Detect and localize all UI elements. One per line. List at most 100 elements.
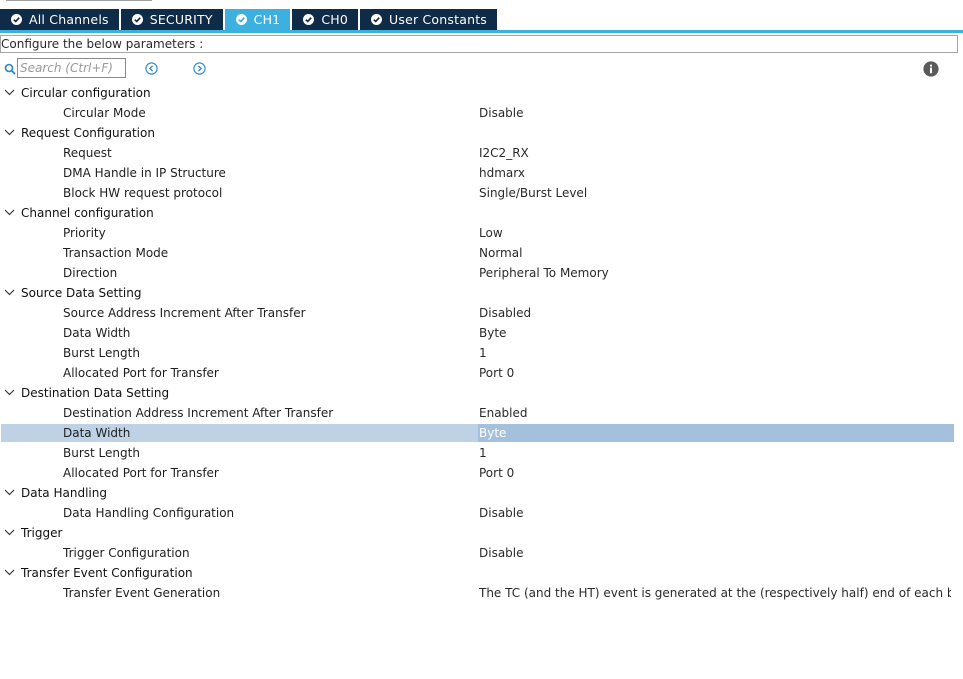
tab-ch0[interactable]: CH0 [292, 9, 359, 30]
tab-label: All Channels [29, 12, 109, 27]
parameter-name: Priority [63, 226, 106, 240]
check-circle-icon [235, 14, 247, 25]
chevron-down-icon[interactable] [4, 128, 15, 137]
tab-security[interactable]: SECURITY [120, 9, 223, 30]
parameter-row[interactable]: Circular Mode Disable [0, 103, 963, 123]
parameter-name: Trigger Configuration [63, 546, 190, 560]
parameter-tree: Circular configuration Circular Mode Disab… [0, 83, 963, 603]
chevron-down-icon[interactable] [4, 288, 15, 297]
parameter-value[interactable]: 1 [479, 343, 487, 363]
parameter-value[interactable]: Disable [479, 543, 524, 563]
parameter-row[interactable]: Burst Length 1 [0, 443, 963, 463]
tab-underline [0, 30, 963, 33]
circle-chevron-left-icon[interactable] [145, 62, 158, 75]
parameter-value[interactable]: Enabled [479, 403, 528, 423]
group-label: Circular configuration [21, 86, 151, 100]
parameter-row[interactable]: Priority Low [0, 223, 963, 243]
chevron-down-icon[interactable] [4, 88, 15, 97]
parameter-value[interactable]: Disable [479, 103, 524, 123]
group-row[interactable]: Request Configuration [0, 123, 963, 143]
tab-bar: All Channels SECURITY CH1 CH0 User Const… [0, 9, 499, 30]
check-circle-icon [131, 14, 143, 25]
group-row[interactable]: Trigger [0, 523, 963, 543]
group-row[interactable]: Circular configuration [0, 83, 963, 103]
parameter-value[interactable]: The TC (and the HT) event is generated a… [479, 583, 951, 603]
config-label: Configure the below parameters : [0, 35, 958, 53]
parameter-value[interactable]: Byte [479, 323, 506, 343]
group-row[interactable]: Destination Data Setting [0, 383, 963, 403]
parameter-value[interactable]: Normal [479, 243, 522, 263]
parameter-name: Allocated Port for Transfer [63, 466, 219, 480]
search-input[interactable] [17, 58, 126, 78]
group-row[interactable]: Channel configuration [0, 203, 963, 223]
tab-user-constants[interactable]: User Constants [360, 9, 498, 30]
parameter-row[interactable]: Data Width Byte [0, 423, 963, 443]
parameter-name: Burst Length [63, 446, 140, 460]
check-circle-icon [371, 14, 383, 25]
parameter-value[interactable]: Low [479, 223, 503, 243]
parameter-name: Data Width [63, 426, 131, 440]
parameter-row[interactable]: Data Handling Configuration Disable [0, 503, 963, 523]
group-label: Request Configuration [21, 126, 155, 140]
parameter-value[interactable]: Byte [479, 423, 506, 443]
parameter-row[interactable]: Allocated Port for Transfer Port 0 [0, 463, 963, 483]
parameter-row[interactable]: Transaction Mode Normal [0, 243, 963, 263]
parameter-value[interactable]: Disable [479, 503, 524, 523]
parameter-row[interactable]: Burst Length 1 [0, 343, 963, 363]
parameter-name: Transfer Event Generation [63, 586, 221, 600]
chevron-down-icon[interactable] [4, 388, 15, 397]
tab-label: CH0 [321, 12, 349, 27]
group-label: Data Handling [21, 486, 107, 500]
parameter-name: Direction [63, 266, 118, 280]
chevron-down-icon[interactable] [4, 568, 15, 577]
tab-label: SECURITY [149, 12, 213, 27]
group-row[interactable]: Source Data Setting [0, 283, 963, 303]
group-label: Channel configuration [21, 206, 154, 220]
parameter-row[interactable]: Source Address Increment After Transfer D… [0, 303, 963, 323]
parameter-row[interactable]: Data Width Byte [0, 323, 963, 343]
parameter-name: Burst Length [63, 346, 140, 360]
info-icon[interactable] [923, 61, 939, 77]
tab-label: User Constants [389, 12, 488, 27]
parameter-value[interactable]: I2C2_RX [479, 143, 529, 163]
tab-label: CH1 [253, 12, 281, 27]
parameter-value[interactable]: 1 [479, 443, 487, 463]
group-row[interactable]: Transfer Event Configuration [0, 563, 963, 583]
parameter-row[interactable]: Allocated Port for Transfer Port 0 [0, 363, 963, 383]
parameter-value[interactable]: Disabled [479, 303, 531, 323]
parameter-name: Data Width [63, 326, 131, 340]
parameter-name: Source Address Increment After Transfer [63, 306, 306, 320]
group-label: Transfer Event Configuration [21, 566, 193, 580]
parameter-row[interactable]: DMA Handle in IP Structure hdmarx [0, 163, 963, 183]
group-label: Destination Data Setting [21, 386, 170, 400]
parameter-value[interactable]: Single/Burst Level [479, 183, 587, 203]
search-icon [4, 63, 16, 75]
top-divider [6, 0, 152, 1]
circle-chevron-right-icon[interactable] [193, 62, 206, 75]
parameter-name: Data Handling Configuration [63, 506, 235, 520]
parameter-row[interactable]: Transfer Event Generation The TC (and the… [0, 583, 963, 603]
chevron-down-icon[interactable] [4, 488, 15, 497]
check-circle-icon [303, 14, 315, 25]
parameter-row[interactable]: Request I2C2_RX [0, 143, 963, 163]
parameter-value[interactable]: Port 0 [479, 463, 514, 483]
parameter-value[interactable]: Peripheral To Memory [479, 263, 609, 283]
parameter-name: Destination Address Increment After Tran… [63, 406, 334, 420]
parameter-row[interactable]: Destination Address Increment After Tran… [0, 403, 963, 423]
parameter-name: Transaction Mode [63, 246, 169, 260]
tab-all-channels[interactable]: All Channels [0, 9, 119, 30]
group-label: Source Data Setting [21, 286, 142, 300]
value-cell-highlight [478, 424, 954, 442]
group-label: Trigger [21, 526, 63, 540]
parameter-row[interactable]: Trigger Configuration Disable [0, 543, 963, 563]
tab-ch1[interactable]: CH1 [224, 9, 291, 30]
parameter-name: Block HW request protocol [63, 186, 223, 200]
parameter-row[interactable]: Block HW request protocol Single/Burst Le… [0, 183, 963, 203]
parameter-name: Request [63, 146, 112, 160]
chevron-down-icon[interactable] [4, 528, 15, 537]
chevron-down-icon[interactable] [4, 208, 15, 217]
parameter-value[interactable]: Port 0 [479, 363, 514, 383]
parameter-value[interactable]: hdmarx [479, 163, 525, 183]
parameter-row[interactable]: Direction Peripheral To Memory [0, 263, 963, 283]
group-row[interactable]: Data Handling [0, 483, 963, 503]
